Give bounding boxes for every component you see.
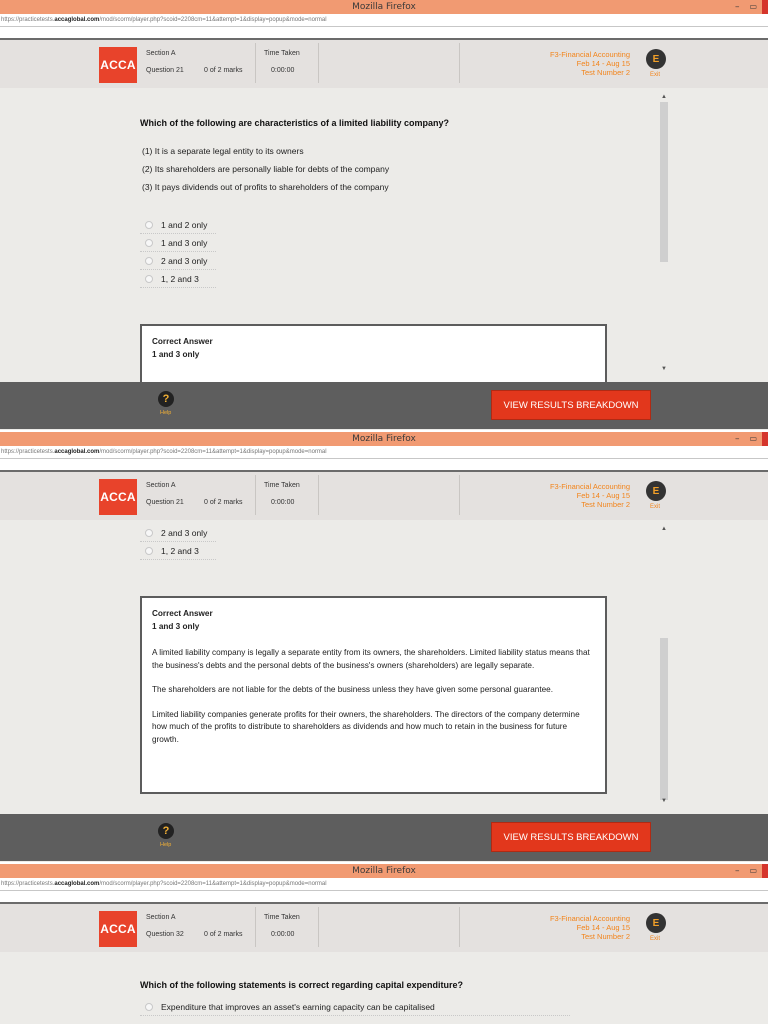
minimize-button[interactable]: – — [730, 432, 745, 446]
correct-answer-box: Correct Answer 1 and 3 only — [140, 324, 607, 382]
correct-answer-box: Correct Answer 1 and 3 only A limited li… — [140, 596, 607, 794]
option-4[interactable]: 1, 2 and 3 — [140, 270, 216, 288]
question-text: Which of the following statements is cor… — [140, 980, 464, 990]
radio-button[interactable] — [145, 220, 153, 229]
radio-button[interactable] — [145, 528, 153, 537]
course-info: F3-Financial Accounting Feb 14 - Aug 15 … — [549, 914, 630, 941]
exam-footer: ? Help VIEW RESULTS BREAKDOWN — [0, 814, 768, 861]
browser-window-2: Mozilla Firefox – ▭ https://practicetest… — [0, 432, 768, 862]
exit-label[interactable]: Exit — [650, 936, 660, 942]
section-label: Section A — [146, 914, 176, 921]
exit-icon[interactable]: E — [646, 49, 666, 69]
exit-label[interactable]: Exit — [650, 72, 660, 78]
course-info: F3-Financial Accounting Feb 14 - Aug 15 … — [549, 482, 630, 509]
radio-button[interactable] — [145, 256, 153, 265]
scroll-down-icon[interactable]: ▼ — [661, 798, 667, 804]
help-label[interactable]: Help — [160, 410, 171, 416]
browser-window-1: Mozilla Firefox – ▭ https://practicetest… — [0, 0, 768, 430]
radio-button[interactable] — [145, 1002, 153, 1011]
exit-icon[interactable]: E — [646, 481, 666, 501]
time-taken-value: 0:00:00 — [271, 67, 295, 74]
option-4[interactable]: 1, 2 and 3 — [140, 542, 216, 560]
close-button[interactable] — [762, 0, 768, 14]
option-2[interactable]: 1 and 3 only — [140, 234, 216, 252]
exam-header: ACCA Section A Question 21 0 of 2 marks … — [0, 38, 768, 88]
time-taken-label: Time Taken — [264, 50, 300, 57]
course-info: F3-Financial Accounting Feb 14 - Aug 15 … — [549, 50, 630, 77]
correct-answer-heading: Correct Answer — [152, 609, 213, 618]
minimize-button[interactable]: – — [730, 0, 745, 14]
help-icon[interactable]: ? — [158, 823, 174, 839]
question-text: Which of the following are characteristi… — [140, 118, 450, 128]
option-1[interactable]: 1 and 2 only — [140, 216, 216, 234]
question-number: Question 21 — [146, 499, 184, 506]
maximize-button[interactable]: ▭ — [744, 432, 762, 446]
correct-answer-heading: Correct Answer — [152, 337, 213, 346]
close-button[interactable] — [762, 432, 768, 446]
view-results-button[interactable]: VIEW RESULTS BREAKDOWN — [491, 390, 651, 420]
option-1[interactable]: Expenditure that improves an asset's ear… — [140, 998, 570, 1016]
correct-answer-value: 1 and 3 only — [152, 622, 200, 631]
exam-footer: ? Help VIEW RESULTS BREAKDOWN — [0, 382, 768, 429]
help-label[interactable]: Help — [160, 842, 171, 848]
option-3[interactable]: 2 and 3 only — [140, 524, 216, 542]
question-area: ▲ ▼ 2 and 3 only 1, 2 and 3 Correct Answ… — [0, 520, 768, 814]
scrollbar-thumb[interactable] — [660, 102, 668, 262]
time-taken-value: 0:00:00 — [271, 931, 295, 938]
scrollbar-thumb[interactable] — [660, 638, 668, 800]
scroll-up-icon[interactable]: ▲ — [661, 526, 667, 532]
scroll-up-icon[interactable]: ▲ — [661, 94, 667, 100]
window-titlebar[interactable]: Mozilla Firefox – ▭ — [0, 864, 768, 878]
window-controls: – ▭ — [730, 0, 768, 14]
window-title: Mozilla Firefox — [352, 434, 416, 444]
close-button[interactable] — [762, 864, 768, 878]
maximize-button[interactable]: ▭ — [744, 0, 762, 14]
explanation-paragraph: The shareholders are not liable for the … — [152, 685, 553, 694]
radio-button[interactable] — [145, 238, 153, 247]
radio-button[interactable] — [145, 274, 153, 283]
marks-label: 0 of 2 marks — [204, 931, 243, 938]
exam-header: ACCA Section A Question 21 0 of 2 marks … — [0, 470, 768, 520]
view-results-button[interactable]: VIEW RESULTS BREAKDOWN — [491, 822, 651, 852]
statement-1: (1) It is a separate legal entity to its… — [142, 146, 304, 156]
url-bar[interactable]: https://practicetests.accaglobal.com/mod… — [0, 446, 768, 459]
exit-label[interactable]: Exit — [650, 504, 660, 510]
marks-label: 0 of 2 marks — [204, 499, 243, 506]
url-bar[interactable]: https://practicetests.accaglobal.com/mod… — [0, 14, 768, 27]
question-number: Question 32 — [146, 931, 184, 938]
correct-answer-value: 1 and 3 only — [152, 350, 200, 359]
section-label: Section A — [146, 482, 176, 489]
exam-header: ACCA Section A Question 32 0 of 2 marks … — [0, 902, 768, 952]
scroll-down-icon[interactable]: ▼ — [661, 366, 667, 372]
radio-button[interactable] — [145, 546, 153, 555]
help-icon[interactable]: ? — [158, 391, 174, 407]
window-controls: – ▭ — [730, 864, 768, 878]
exit-icon[interactable]: E — [646, 913, 666, 933]
statement-3: (3) It pays dividends out of profits to … — [142, 182, 389, 192]
time-taken-value: 0:00:00 — [271, 499, 295, 506]
section-label: Section A — [146, 50, 176, 57]
explanation-paragraph: Limited liability companies generate pro… — [152, 709, 580, 744]
maximize-button[interactable]: ▭ — [744, 864, 762, 878]
browser-window-3: Mozilla Firefox – ▭ https://practicetest… — [0, 864, 768, 1024]
question-number: Question 21 — [146, 67, 184, 74]
time-taken-label: Time Taken — [264, 482, 300, 489]
window-title: Mozilla Firefox — [352, 2, 416, 12]
statement-2: (2) Its shareholders are personally liab… — [142, 164, 390, 174]
question-area: Which of the following statements is cor… — [0, 952, 768, 1024]
window-controls: – ▭ — [730, 432, 768, 446]
acca-logo: ACCA — [99, 479, 137, 515]
acca-logo: ACCA — [99, 47, 137, 83]
explanation-paragraph: A limited liability company is legally a… — [152, 648, 590, 670]
time-taken-label: Time Taken — [264, 914, 300, 921]
question-area: ▲ ▼ Which of the following are character… — [0, 88, 768, 382]
marks-label: 0 of 2 marks — [204, 67, 243, 74]
minimize-button[interactable]: – — [730, 864, 745, 878]
url-bar[interactable]: https://practicetests.accaglobal.com/mod… — [0, 878, 768, 891]
option-3[interactable]: 2 and 3 only — [140, 252, 216, 270]
window-titlebar[interactable]: Mozilla Firefox – ▭ — [0, 0, 768, 14]
acca-logo: ACCA — [99, 911, 137, 947]
window-titlebar[interactable]: Mozilla Firefox – ▭ — [0, 432, 768, 446]
window-title: Mozilla Firefox — [352, 866, 416, 876]
